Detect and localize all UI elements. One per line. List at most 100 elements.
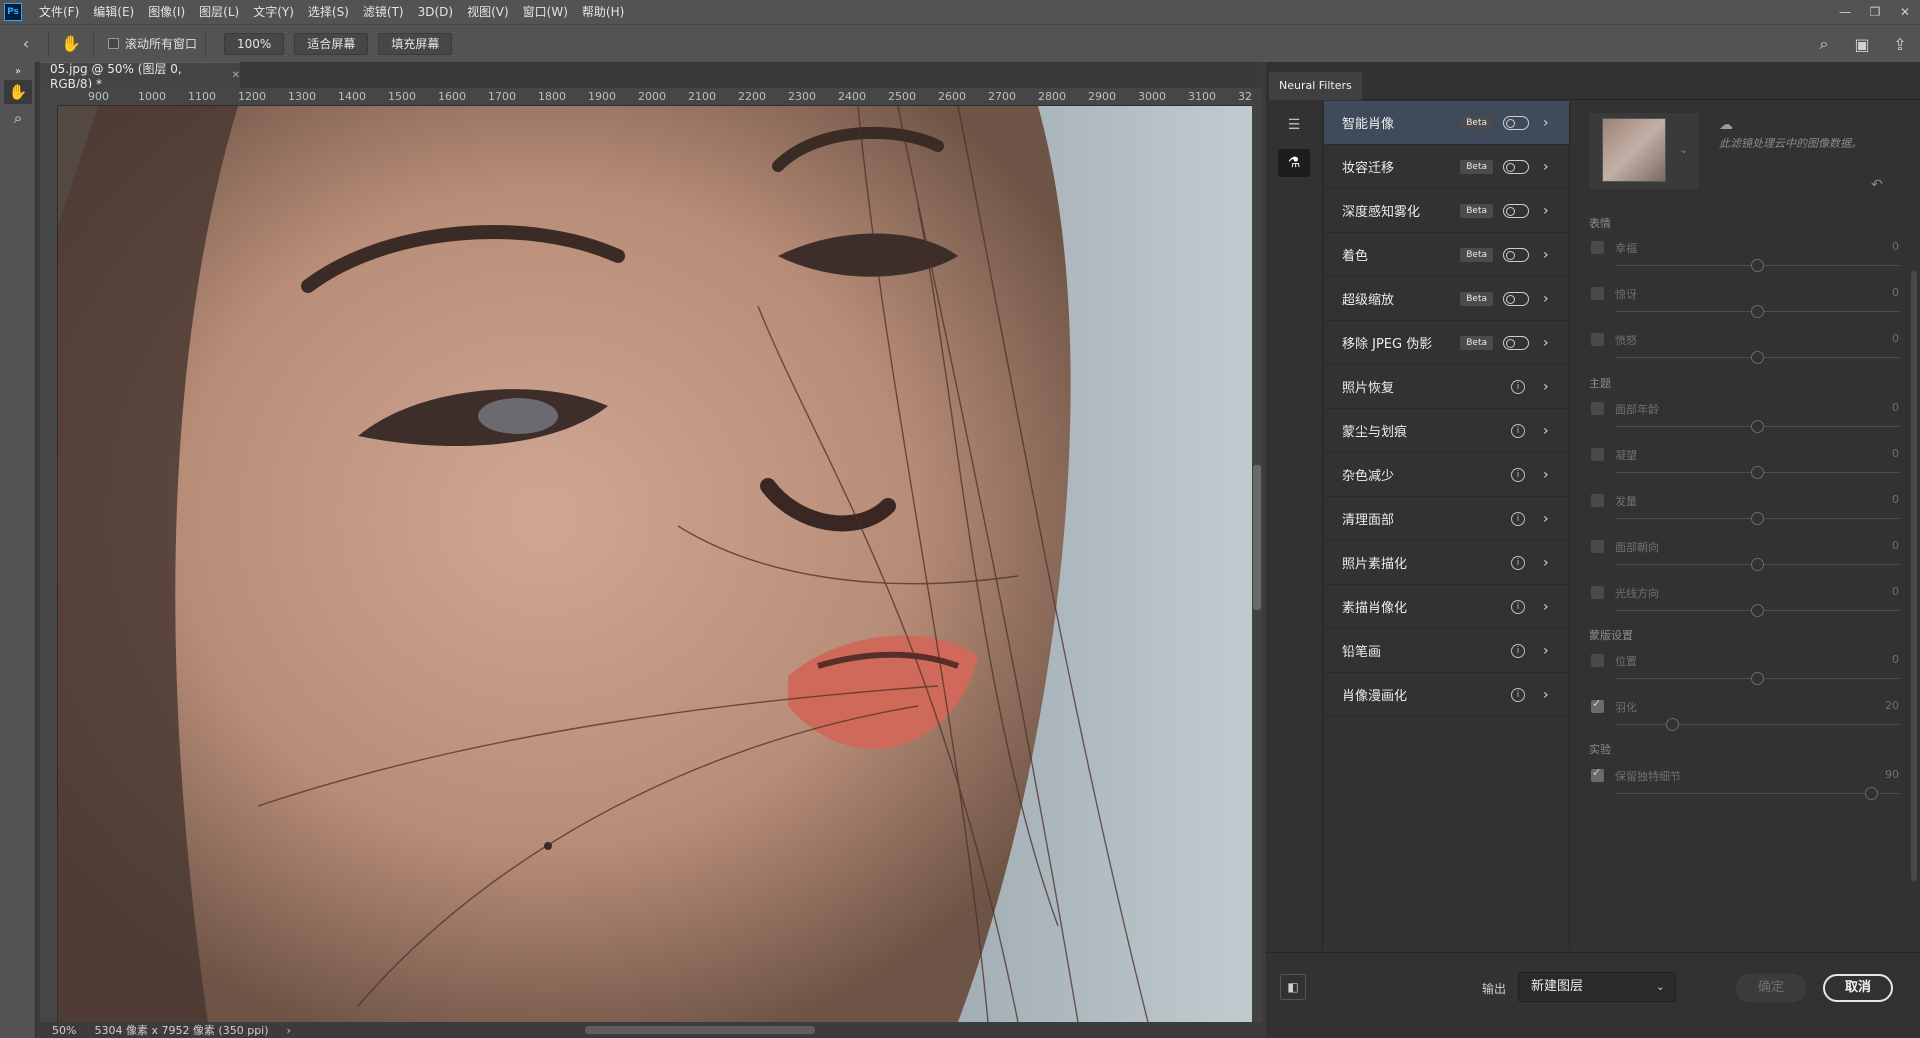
slider-knob[interactable] (1751, 305, 1764, 318)
filter-item[interactable]: 照片素描化 i › (1324, 541, 1569, 585)
output-select[interactable]: 新建图层 ⌄ (1518, 972, 1676, 1002)
menu-edit[interactable]: 编辑(E) (86, 0, 141, 24)
menu-file[interactable]: 文件(F) (32, 0, 86, 24)
menu-3d[interactable]: 3D(D) (411, 0, 460, 24)
slider-checkbox[interactable] (1591, 766, 1604, 782)
document-tab[interactable]: 05.jpg @ 50% (图层 0, RGB/8) * ✕ (40, 62, 240, 91)
minimize-icon[interactable]: — (1830, 0, 1860, 24)
slider-checkbox[interactable] (1591, 287, 1604, 300)
slider-knob[interactable] (1751, 672, 1764, 685)
collapse-icon[interactable]: » (4, 64, 32, 78)
filter-item[interactable]: 杂色减少 i › (1324, 453, 1569, 497)
zoom-100-button[interactable]: 100% (224, 32, 285, 55)
info-icon[interactable]: i (1511, 599, 1525, 614)
status-chevron-icon[interactable]: › (287, 1024, 291, 1037)
slider-knob[interactable] (1751, 466, 1764, 479)
menu-help[interactable]: 帮助(H) (575, 0, 631, 24)
filter-toggle[interactable] (1503, 115, 1529, 130)
info-icon[interactable]: i (1511, 555, 1525, 570)
filter-toggle[interactable] (1503, 335, 1529, 350)
filter-toggle[interactable] (1503, 247, 1529, 262)
preview-thumbnail[interactable]: ⌄ (1589, 113, 1699, 189)
chevron-right-icon[interactable]: › (1543, 687, 1553, 703)
slider-knob[interactable] (1751, 420, 1764, 433)
search-icon[interactable]: ⌕ (1810, 30, 1838, 58)
chevron-right-icon[interactable]: › (1543, 643, 1553, 659)
filter-item[interactable]: 智能肖像 Beta › (1324, 101, 1569, 145)
filter-item[interactable]: 素描肖像化 i › (1324, 585, 1569, 629)
slider-knob[interactable] (1751, 604, 1764, 617)
info-icon[interactable]: i (1511, 511, 1525, 526)
restore-icon[interactable]: ❐ (1860, 0, 1890, 24)
back-chevron-icon[interactable]: ‹ (12, 30, 40, 58)
filter-item[interactable]: 深度感知雾化 Beta › (1324, 189, 1569, 233)
fit-screen-button[interactable]: 适合屏幕 (294, 32, 369, 55)
filter-toggle[interactable] (1503, 291, 1529, 306)
chevron-right-icon[interactable]: › (1543, 247, 1553, 263)
chevron-right-icon[interactable]: › (1543, 467, 1553, 483)
close-tab-icon[interactable]: ✕ (232, 70, 240, 81)
chevron-right-icon[interactable]: › (1543, 379, 1553, 395)
filter-item[interactable]: 肖像漫画化 i › (1324, 673, 1569, 717)
info-icon[interactable]: i (1511, 467, 1525, 482)
slider-checkbox[interactable] (1591, 333, 1604, 346)
checkbox-box[interactable] (108, 38, 119, 49)
info-icon[interactable]: i (1511, 687, 1525, 702)
chevron-right-icon[interactable]: › (1543, 115, 1553, 131)
chevron-right-icon[interactable]: › (1543, 335, 1553, 351)
slider-checkbox[interactable] (1591, 494, 1604, 507)
close-icon[interactable]: ✕ (1890, 0, 1920, 24)
filter-toggle[interactable] (1503, 159, 1529, 174)
filter-toggle[interactable] (1503, 203, 1529, 218)
menu-select[interactable]: 选择(S) (301, 0, 356, 24)
chevron-right-icon[interactable]: › (1543, 599, 1553, 615)
zoom-tool-icon[interactable]: ⌕ (4, 106, 32, 130)
slider-knob[interactable] (1751, 512, 1764, 525)
slider-checkbox[interactable] (1591, 697, 1604, 713)
workspace-icon[interactable]: ▣ (1848, 30, 1876, 58)
filter-item[interactable]: 超级缩放 Beta › (1324, 277, 1569, 321)
scroll-all-windows-checkbox[interactable]: 滚动所有窗口 (108, 35, 197, 52)
menu-layer[interactable]: 图层(L) (192, 0, 246, 24)
vertical-scrollbar-thumb[interactable] (1253, 465, 1261, 610)
slider-checkbox[interactable] (1591, 402, 1604, 415)
share-icon[interactable]: ⇪ (1886, 30, 1914, 58)
slider-checkbox[interactable] (1591, 540, 1604, 553)
sliders-icon[interactable]: ☰ (1278, 111, 1310, 139)
settings-scrollbar[interactable] (1911, 271, 1917, 881)
menu-type[interactable]: 文字(Y) (246, 0, 301, 24)
slider-checkbox[interactable] (1591, 241, 1604, 254)
slider-track[interactable] (1615, 724, 1899, 725)
menu-view[interactable]: 视图(V) (460, 0, 516, 24)
info-icon[interactable]: i (1511, 423, 1525, 438)
slider-checkbox[interactable] (1591, 654, 1604, 667)
cancel-button[interactable]: 取消 (1823, 974, 1893, 1002)
info-icon[interactable]: i (1511, 379, 1525, 394)
chevron-right-icon[interactable]: › (1543, 203, 1553, 219)
fill-screen-button[interactable]: 填充屏幕 (378, 32, 453, 55)
slider-knob[interactable] (1751, 259, 1764, 272)
chevron-right-icon[interactable]: › (1543, 555, 1553, 571)
horizontal-scrollbar-thumb[interactable] (585, 1026, 815, 1034)
hand-tool-icon[interactable]: ✋ (4, 80, 32, 104)
filter-item[interactable]: 着色 Beta › (1324, 233, 1569, 277)
slider-knob[interactable] (1665, 718, 1679, 731)
ok-button[interactable]: 确定 (1736, 974, 1806, 1002)
chevron-right-icon[interactable]: › (1543, 423, 1553, 439)
status-zoom[interactable]: 50% (52, 1024, 76, 1037)
menu-image[interactable]: 图像(I) (141, 0, 192, 24)
chevron-right-icon[interactable]: › (1543, 159, 1553, 175)
filter-item[interactable]: 移除 JPEG 伪影 Beta › (1324, 321, 1569, 365)
slider-knob[interactable] (1751, 558, 1764, 571)
slider-checkbox[interactable] (1591, 448, 1604, 461)
chevron-right-icon[interactable]: › (1543, 511, 1553, 527)
slider-checkbox[interactable] (1591, 586, 1604, 599)
filter-item[interactable]: 清理面部 i › (1324, 497, 1569, 541)
menu-filter[interactable]: 滤镜(T) (356, 0, 411, 24)
chevron-down-icon[interactable]: ⌄ (1679, 143, 1688, 156)
reset-icon[interactable]: ↶ (1871, 177, 1883, 193)
hand-tool-icon[interactable]: ✋ (57, 30, 85, 58)
filter-item[interactable]: 照片恢复 i › (1324, 365, 1569, 409)
slider-knob[interactable] (1864, 787, 1878, 800)
filter-item[interactable]: 妆容迁移 Beta › (1324, 145, 1569, 189)
